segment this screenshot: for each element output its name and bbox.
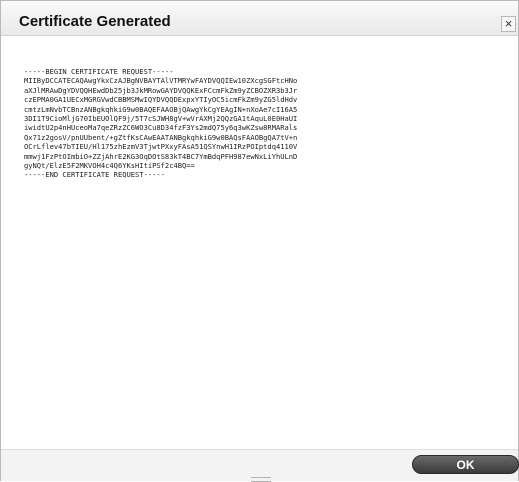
certificate-request-text[interactable]: -----BEGIN CERTIFICATE REQUEST----- MIIB… <box>24 67 297 180</box>
ok-button[interactable]: OK <box>412 455 519 474</box>
dialog-footer: OK <box>1 449 519 482</box>
resize-handle-icon[interactable] <box>251 477 271 482</box>
close-icon[interactable]: × <box>501 16 516 32</box>
dialog-title: Certificate Generated <box>19 13 171 30</box>
certificate-generated-dialog: Certificate Generated × -----BEGIN CERTI… <box>0 0 519 482</box>
csr-content-area[interactable]: -----BEGIN CERTIFICATE REQUEST----- MIIB… <box>18 49 503 449</box>
dialog-titlebar[interactable]: Certificate Generated × <box>1 1 518 36</box>
